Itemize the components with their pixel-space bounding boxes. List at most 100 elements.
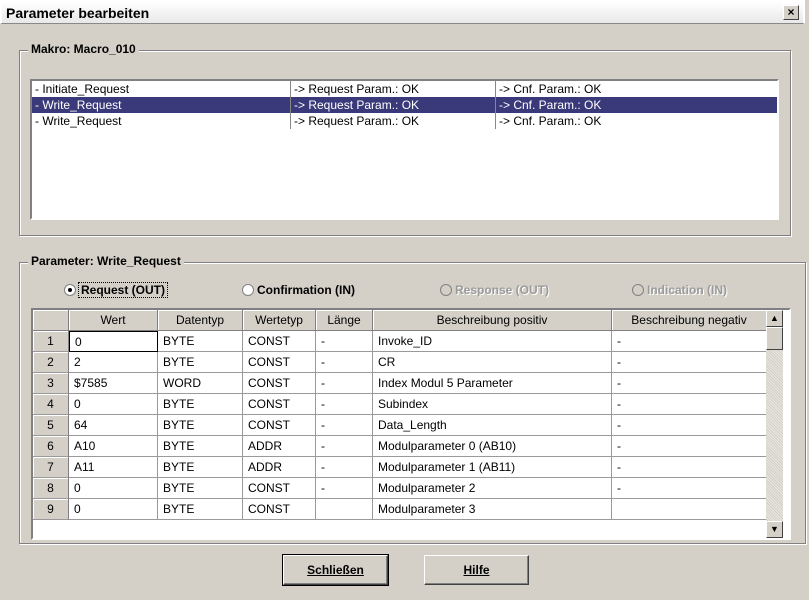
radio-label: Response (OUT) bbox=[455, 283, 550, 297]
macro-cell: -> Cnf. Param.: OK bbox=[495, 81, 777, 97]
column-header[interactable]: Beschreibung positiv bbox=[373, 310, 612, 331]
table-cell[interactable]: A11 bbox=[69, 457, 158, 478]
table-cell[interactable]: 0 bbox=[69, 499, 158, 520]
table-cell[interactable]: - bbox=[612, 331, 767, 352]
table-cell[interactable]: - bbox=[612, 457, 767, 478]
table-cell[interactable]: - bbox=[316, 352, 373, 373]
row-number: 5 bbox=[33, 415, 69, 436]
table-cell[interactable]: - bbox=[612, 436, 767, 457]
table-cell[interactable]: - bbox=[612, 415, 767, 436]
close-button-label: Schließen bbox=[307, 563, 364, 577]
table-cell[interactable]: 0 bbox=[69, 478, 158, 499]
row-number: 8 bbox=[33, 478, 69, 499]
radio-dot bbox=[64, 284, 76, 296]
table-cell[interactable]: Data_Length bbox=[373, 415, 612, 436]
table-cell[interactable]: CR bbox=[373, 352, 612, 373]
table-cell[interactable]: Index Modul 5 Parameter bbox=[373, 373, 612, 394]
help-button-label: Hilfe bbox=[463, 563, 490, 577]
help-button[interactable]: Hilfe bbox=[424, 555, 529, 585]
macro-group-legend: Makro: Macro_010 bbox=[28, 42, 139, 56]
table-cell[interactable]: A10 bbox=[69, 436, 158, 457]
scroll-thumb[interactable] bbox=[766, 327, 783, 350]
radio-label: Confirmation (IN) bbox=[257, 283, 355, 297]
table-cell[interactable]: ADDR bbox=[243, 457, 316, 478]
table-cell[interactable]: CONST bbox=[243, 478, 316, 499]
radio-confirmation-in[interactable]: Confirmation (IN) bbox=[242, 282, 355, 298]
table-cell[interactable]: - bbox=[316, 415, 373, 436]
table-cell[interactable]: Subindex bbox=[373, 394, 612, 415]
table-cell[interactable]: 64 bbox=[69, 415, 158, 436]
table-cell[interactable]: ADDR bbox=[243, 436, 316, 457]
table-cell[interactable]: - bbox=[316, 457, 373, 478]
macro-cell: -> Cnf. Param.: OK bbox=[495, 113, 777, 129]
table-cell[interactable]: WORD bbox=[158, 373, 243, 394]
table-cell[interactable]: CONST bbox=[243, 331, 316, 352]
column-header[interactable]: Datentyp bbox=[158, 310, 243, 331]
radio-request-out[interactable]: Request (OUT) bbox=[64, 282, 168, 298]
table-corner bbox=[33, 310, 69, 331]
close-icon[interactable]: × bbox=[783, 5, 799, 20]
macro-row[interactable]: - Write_Request -> Request Param.: OK -> C… bbox=[32, 113, 777, 129]
table-cell[interactable]: - bbox=[316, 394, 373, 415]
row-number: 3 bbox=[33, 373, 69, 394]
table-cell[interactable]: 0 bbox=[69, 394, 158, 415]
column-header[interactable]: Beschreibung negativ bbox=[612, 310, 767, 331]
table-cell[interactable]: $7585 bbox=[69, 373, 158, 394]
table-cell[interactable]: 2 bbox=[69, 352, 158, 373]
table-cell[interactable]: - bbox=[612, 373, 767, 394]
table-cell[interactable]: CONST bbox=[243, 415, 316, 436]
radio-response-out[interactable]: Response (OUT) bbox=[440, 282, 549, 298]
radio-dot bbox=[440, 284, 452, 296]
table-cell[interactable]: - bbox=[316, 373, 373, 394]
radio-dot bbox=[632, 284, 644, 296]
table-cell[interactable]: - bbox=[612, 478, 767, 499]
macro-cell: -> Request Param.: OK bbox=[290, 97, 495, 113]
row-number: 6 bbox=[33, 436, 69, 457]
table-cell[interactable] bbox=[612, 499, 767, 520]
macro-row[interactable]: - Initiate_Request -> Request Param.: OK -… bbox=[32, 81, 777, 97]
table-cell[interactable]: Modulparameter 0 (AB10) bbox=[373, 436, 612, 457]
window-title: Parameter bearbeiten bbox=[6, 5, 150, 21]
table-cell[interactable]: - bbox=[612, 352, 767, 373]
table-cell[interactable]: BYTE bbox=[158, 499, 243, 520]
table-cell[interactable]: - bbox=[316, 436, 373, 457]
close-button[interactable]: Schließen bbox=[282, 554, 389, 586]
table-cell[interactable]: CONST bbox=[243, 373, 316, 394]
macro-cell: - Initiate_Request bbox=[35, 82, 130, 96]
table-cell[interactable]: - bbox=[612, 394, 767, 415]
table-cell[interactable]: BYTE bbox=[158, 394, 243, 415]
column-header[interactable]: Wertetyp bbox=[243, 310, 316, 331]
scroll-up-icon[interactable]: ▲ bbox=[766, 310, 783, 327]
macro-cell: -> Cnf. Param.: OK bbox=[495, 97, 777, 113]
scroll-down-icon[interactable]: ▼ bbox=[766, 521, 783, 538]
row-number: 1 bbox=[33, 331, 69, 352]
macro-row[interactable]: - Write_Request -> Request Param.: OK -> C… bbox=[32, 97, 777, 113]
row-number: 9 bbox=[33, 499, 69, 520]
column-header[interactable]: Wert bbox=[69, 310, 158, 331]
table-cell[interactable]: CONST bbox=[243, 499, 316, 520]
column-header[interactable]: Länge bbox=[316, 310, 373, 331]
table-cell[interactable]: BYTE bbox=[158, 457, 243, 478]
row-number: 2 bbox=[33, 352, 69, 373]
table-cell[interactable]: Modulparameter 2 bbox=[373, 478, 612, 499]
radio-indication-in[interactable]: Indication (IN) bbox=[632, 282, 727, 298]
table-cell[interactable]: - bbox=[316, 331, 373, 352]
table-cell[interactable]: 0 bbox=[69, 331, 158, 352]
vertical-scrollbar[interactable]: ▲ ▼ bbox=[766, 310, 783, 538]
table-cell[interactable]: BYTE bbox=[158, 478, 243, 499]
table-cell[interactable] bbox=[316, 499, 373, 520]
table-cell[interactable]: Invoke_ID bbox=[373, 331, 612, 352]
table-cell[interactable]: - bbox=[316, 478, 373, 499]
table-cell[interactable]: BYTE bbox=[158, 331, 243, 352]
macro-cell: - Write_Request bbox=[35, 114, 122, 128]
table-cell[interactable]: Modulparameter 3 bbox=[373, 499, 612, 520]
table-cell[interactable]: BYTE bbox=[158, 436, 243, 457]
table-cell[interactable]: BYTE bbox=[158, 352, 243, 373]
radio-label: Indication (IN) bbox=[647, 283, 727, 297]
macro-list[interactable]: - Initiate_Request -> Request Param.: OK -… bbox=[30, 79, 779, 220]
table-cell[interactable]: Modulparameter 1 (AB11) bbox=[373, 457, 612, 478]
table-cell[interactable]: BYTE bbox=[158, 415, 243, 436]
table-cell[interactable]: CONST bbox=[243, 352, 316, 373]
table-cell[interactable]: CONST bbox=[243, 394, 316, 415]
parameter-table[interactable]: Wert Datentyp Wertetyp Länge Beschreibung po… bbox=[31, 308, 791, 540]
